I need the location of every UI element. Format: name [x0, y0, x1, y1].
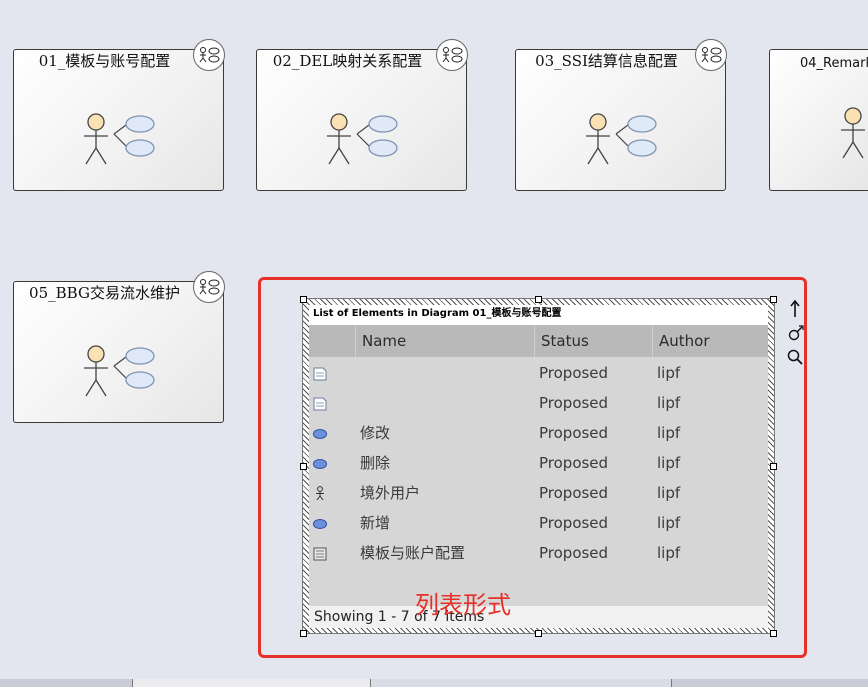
row-name: 删除: [360, 454, 391, 472]
search-icon[interactable]: [786, 347, 804, 367]
row-author: lipf: [657, 484, 681, 502]
element-list-panel[interactable]: List of Elements in Diagram 01_模板与账号配置 N…: [309, 305, 768, 628]
list-row[interactable]: Proposed lipf: [309, 358, 768, 388]
resize-handle[interactable]: [535, 296, 542, 303]
use-case-icon: [313, 456, 327, 470]
row-author: lipf: [657, 364, 681, 382]
element-list-title: List of Elements in Diagram 01_模板与账号配置: [309, 305, 768, 325]
note-icon: [313, 396, 327, 411]
row-author: lipf: [657, 544, 681, 562]
row-name: 新增: [360, 514, 391, 532]
diagram-card[interactable]: 05_BBG交易流水维护: [13, 281, 224, 423]
diagram-card[interactable]: 03_SSI结算信息配置: [515, 49, 726, 191]
diagram-title: 05_BBG交易流水维护: [29, 284, 180, 302]
row-name: 模板与账户配置: [360, 544, 466, 562]
arrow-up-icon[interactable]: [786, 299, 804, 319]
row-name: 境外用户: [360, 484, 421, 502]
row-author: lipf: [657, 454, 681, 472]
list-row[interactable]: 删除 Proposed lipf: [309, 448, 768, 478]
actor-icon: [313, 486, 327, 501]
annotation-text: 列表形式: [415, 591, 511, 619]
list-row[interactable]: Proposed lipf: [309, 388, 768, 418]
row-status: Proposed: [539, 424, 609, 442]
row-author: lipf: [657, 514, 681, 532]
row-status: Proposed: [539, 514, 609, 532]
bottom-tab[interactable]: [132, 679, 372, 687]
row-status: Proposed: [539, 364, 609, 382]
link-icon[interactable]: [786, 323, 804, 343]
use-case-icon: [313, 426, 327, 440]
list-row[interactable]: 模板与账户配置 Proposed lipf: [309, 538, 768, 568]
diagram-card[interactable]: 04_Remark: [769, 49, 868, 191]
resize-handle[interactable]: [770, 296, 777, 303]
diagram-type-badge-icon: [193, 271, 225, 303]
row-author: lipf: [657, 424, 681, 442]
bottom-tab[interactable]: [370, 679, 672, 687]
diagram-title: 04_Remark: [800, 56, 868, 71]
diagram-type-badge-icon: [695, 39, 727, 71]
resize-handle[interactable]: [535, 630, 542, 637]
resize-handle[interactable]: [770, 463, 777, 470]
use-case-diagram-icon: [580, 112, 672, 176]
list-row[interactable]: 修改 Proposed lipf: [309, 418, 768, 448]
use-case-diagram-icon: [78, 344, 170, 408]
diagram-title: 03_SSI结算信息配置: [535, 52, 678, 70]
resize-handle[interactable]: [300, 296, 307, 303]
column-header-status[interactable]: Status: [534, 325, 652, 357]
resize-handle[interactable]: [300, 463, 307, 470]
row-status: Proposed: [539, 394, 609, 412]
row-status: Proposed: [539, 454, 609, 472]
row-status: Proposed: [539, 544, 609, 562]
diagram-card[interactable]: 01_模板与账号配置: [13, 49, 224, 191]
column-header-icon[interactable]: [309, 325, 355, 357]
use-case-icon: [313, 516, 327, 530]
column-header-row: Name Status Author: [309, 325, 768, 357]
row-status: Proposed: [539, 484, 609, 502]
diagram-icon: [313, 546, 327, 561]
diagram-card[interactable]: 02_DEL映射关系配置: [256, 49, 467, 191]
column-header-name[interactable]: Name: [355, 325, 534, 357]
resize-handle[interactable]: [770, 630, 777, 637]
use-case-diagram-icon: [836, 106, 868, 170]
use-case-diagram-icon: [78, 112, 170, 176]
diagram-title: 02_DEL映射关系配置: [272, 52, 423, 70]
resize-handle[interactable]: [300, 630, 307, 637]
use-case-diagram-icon: [321, 112, 413, 176]
diagram-type-badge-icon: [436, 39, 468, 71]
diagram-title: 01_模板与账号配置: [38, 52, 171, 70]
column-header-author[interactable]: Author: [652, 325, 768, 357]
note-icon: [313, 366, 327, 381]
list-footer-count: Showing 1 - 7 of 7 items: [309, 606, 768, 628]
row-name: 修改: [360, 424, 391, 442]
list-row[interactable]: 新增 Proposed lipf: [309, 508, 768, 538]
row-author: lipf: [657, 394, 681, 412]
diagram-type-badge-icon: [193, 39, 225, 71]
list-row[interactable]: 境外用户 Proposed lipf: [309, 478, 768, 508]
